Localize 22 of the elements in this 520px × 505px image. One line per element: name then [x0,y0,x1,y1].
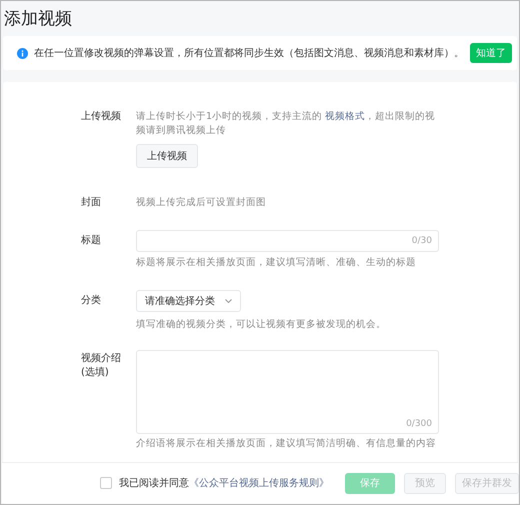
field-label: 分类 [81,294,102,308]
title-input[interactable]: 0/30 [136,230,439,252]
rules-link[interactable]: 《公众平台视频上传服务规则》 [189,478,329,489]
title-hint: 标题将展示在相关播放页面，建议填写清晰、准确、生动的标题 [136,256,416,270]
field-label: 上传视频 [81,110,122,124]
notice-text: 在任一位置修改视频的弹幕设置，所有位置都将同步生效（包括图文消息、视频消息和素材库）。 [34,46,464,60]
page-title: 添加视频 [4,8,73,30]
intro-hint: 介绍语将展示在相关播放页面，建议填写简洁明确、有信息量的内容 [136,437,436,451]
char-counter: 0/30 [412,236,432,246]
intro-textarea[interactable]: 0/300 [136,350,439,434]
field-label: 标题 [81,234,102,248]
upload-hint: 请上传时长小于1小时的视频，支持主流的 视频格式，超出限制的视频请到腾讯视频上传 [136,110,436,138]
field-label: 封面 [81,196,102,210]
agree-text: 我已阅读并同意《公众平台视频上传服务规则》 [119,476,329,490]
category-hint: 填写准确的视频分类，可以让视频有更多被发现的机会。 [136,318,386,332]
category-dropdown[interactable]: 请准确选择分类 [136,290,241,312]
cover-hint: 视频上传完成后可设置封面图 [136,196,267,210]
field-label: 视频介绍 (选填) [81,352,122,380]
upload-video-button[interactable]: 上传视频 [136,144,198,168]
video-format-link[interactable]: 视频格式 [325,111,366,122]
char-counter: 0/300 [406,419,432,429]
got-it-button[interactable]: 知道了 [470,43,512,63]
